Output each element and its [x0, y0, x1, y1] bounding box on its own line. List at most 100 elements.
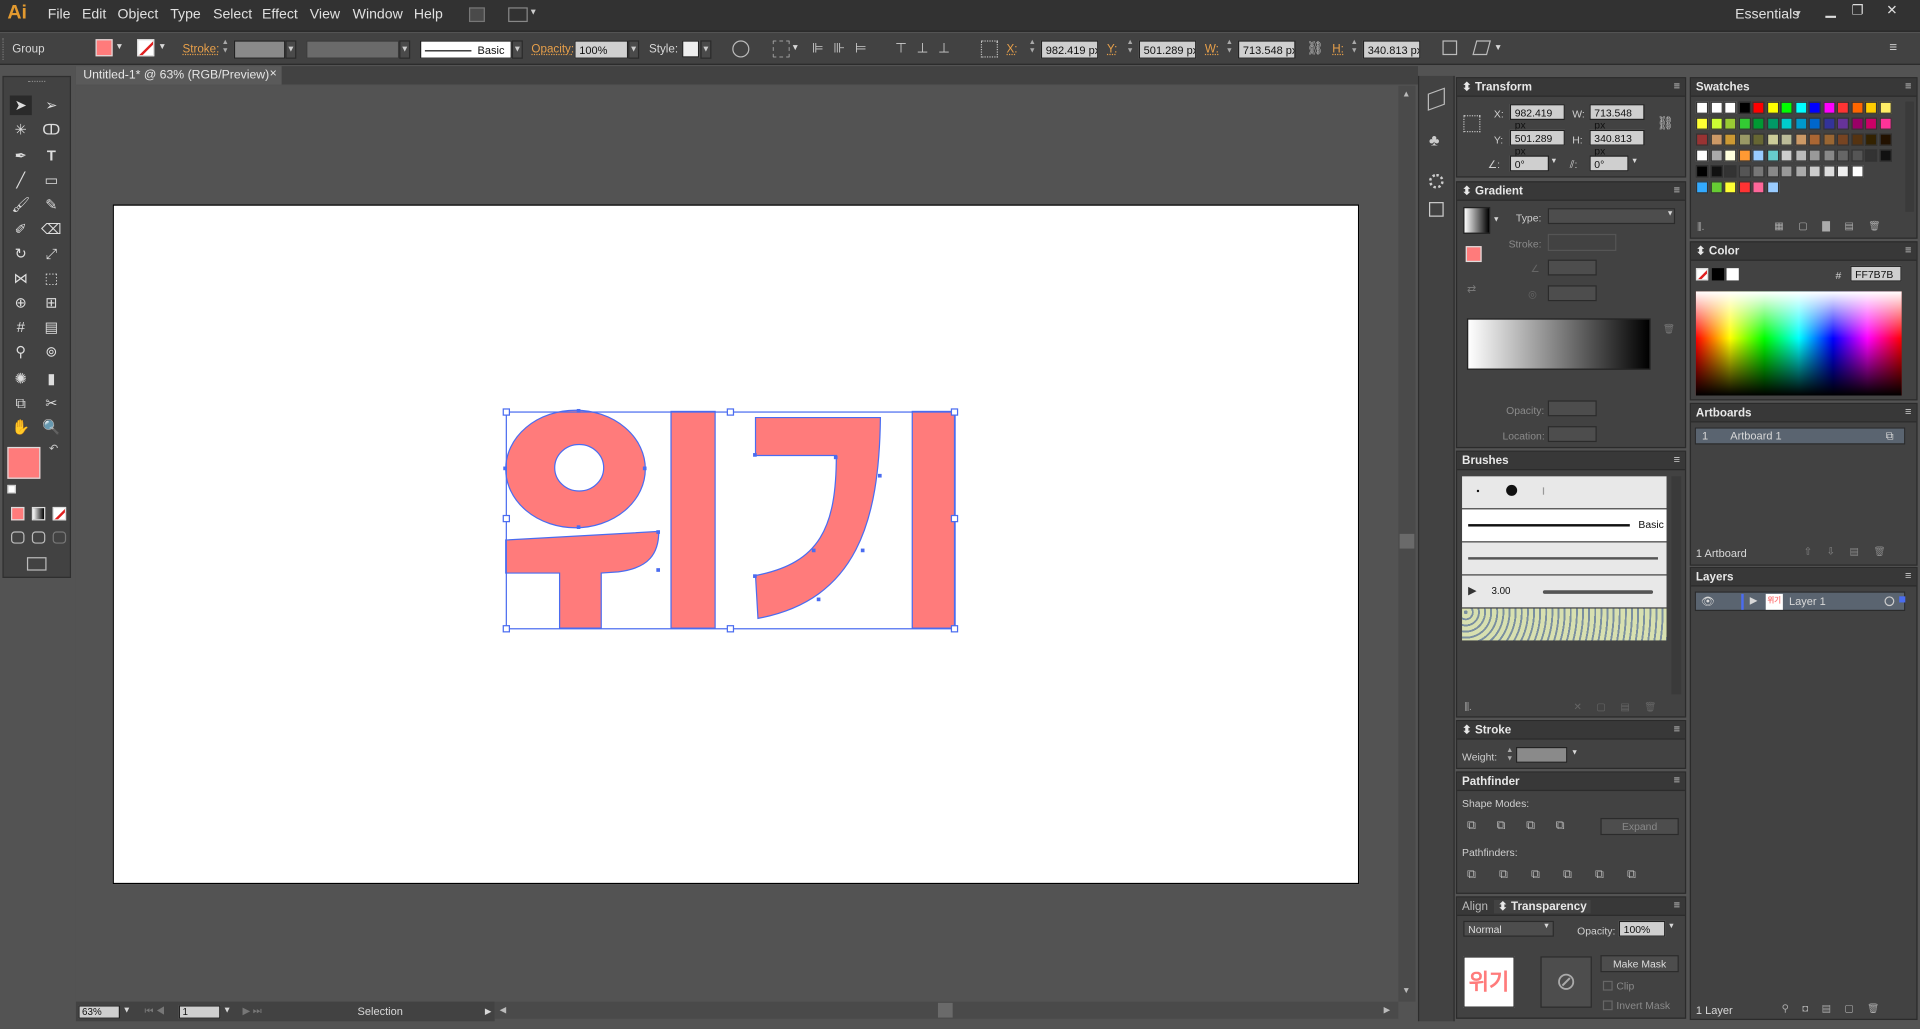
mesh-tool-icon[interactable]: # [10, 317, 32, 337]
h-stepper[interactable]: ▲ ▼ [1351, 39, 1358, 56]
swatch[interactable] [1766, 133, 1779, 146]
target-icon[interactable] [1884, 596, 1895, 607]
swatch[interactable] [1695, 117, 1709, 130]
type-dropdown-icon[interactable]: ▼ [1667, 211, 1674, 218]
panel-menu-icon[interactable]: ≡ [1674, 80, 1680, 92]
zoom-field[interactable]: 63% [78, 1005, 121, 1019]
document-tab[interactable]: Untitled-1* @ 63% (RGB/Preview) × [75, 66, 282, 85]
weight-dropdown[interactable]: ▼ [1571, 749, 1578, 756]
perspective-grid-tool-icon[interactable]: ⊞ [40, 293, 62, 313]
expand-layer-icon[interactable]: ▶ [1750, 595, 1758, 606]
swatch[interactable] [1738, 101, 1751, 114]
horizontal-scrollbar[interactable]: ◀ ▶ [494, 1001, 1399, 1019]
glyph-u-bar[interactable] [671, 411, 716, 629]
constrain-icon[interactable]: ⛓ [1657, 115, 1674, 131]
swatch[interactable] [1822, 101, 1835, 114]
swatch[interactable] [1864, 133, 1878, 146]
fill-color-swatch[interactable] [95, 39, 113, 57]
artwork-wigi[interactable] [496, 404, 967, 637]
swatch[interactable] [1710, 165, 1723, 178]
pencil-tool-icon[interactable]: ✎ [40, 195, 62, 215]
brush-libraries-icon[interactable]: ⫼. [1465, 702, 1472, 714]
swatch[interactable] [1822, 149, 1835, 162]
handle-bottom-center[interactable] [726, 625, 735, 633]
handle-top-left[interactable] [502, 408, 511, 416]
swatch[interactable] [1808, 165, 1821, 178]
anchor-point[interactable] [642, 466, 647, 471]
handle-middle-right[interactable] [950, 514, 959, 523]
anchor-point[interactable] [753, 453, 757, 457]
style-dropdown[interactable]: ▼ [700, 40, 712, 59]
panel-menu-icon[interactable]: ≡ [1905, 405, 1911, 417]
selection-indicator-icon[interactable] [1899, 596, 1906, 603]
none-mode-icon[interactable] [52, 506, 67, 521]
menu-select[interactable]: Select [213, 7, 252, 22]
align-to-dropdown-icon[interactable]: ▼ [791, 44, 799, 53]
gradient-type-select[interactable] [1547, 208, 1676, 225]
swatch[interactable] [1850, 165, 1864, 178]
swatch[interactable] [1752, 101, 1765, 114]
swatch[interactable] [1766, 165, 1779, 178]
anchor-point[interactable] [833, 455, 838, 460]
gradient-preset-dropdown[interactable]: ▼ [1493, 217, 1500, 224]
swatch[interactable] [1738, 133, 1751, 146]
anchor-point[interactable] [656, 568, 661, 572]
brush-dot-small[interactable] [1476, 489, 1480, 493]
transform-w-field[interactable]: 713.548 px [1589, 104, 1645, 131]
profile-dropdown[interactable]: ▼ [399, 40, 411, 59]
opacity-label[interactable]: Opacity: [531, 43, 574, 56]
zoom-tool-icon[interactable]: 🔍 [40, 418, 62, 438]
menu-type[interactable]: Type [170, 7, 201, 22]
swatch[interactable] [1738, 165, 1751, 178]
anchor-point[interactable] [877, 473, 882, 478]
appearance-icon[interactable] [1428, 173, 1444, 189]
anchor-point[interactable] [860, 548, 865, 553]
swatch[interactable] [1822, 133, 1835, 146]
symbol-sprayer-tool-icon[interactable]: ✺ [10, 369, 32, 389]
pathfinder-panel-header[interactable]: Pathfinder ≡ [1457, 772, 1685, 792]
menu-edit[interactable]: Edit [82, 7, 106, 22]
magic-wand-tool-icon[interactable]: ✳ [10, 120, 32, 140]
swatch[interactable] [1836, 117, 1849, 130]
width-tool-icon[interactable]: ⋈ [10, 268, 32, 288]
fill-dropdown-icon[interactable]: ▼ [115, 43, 123, 52]
glyph-g[interactable] [755, 417, 881, 619]
recolor-artwork-icon[interactable] [732, 40, 750, 58]
swatch[interactable] [1724, 181, 1737, 194]
horizontal-scroll-thumb[interactable] [937, 1002, 953, 1018]
h-field[interactable]: 340.813 px [1362, 40, 1421, 59]
expand-button[interactable]: Expand [1600, 817, 1679, 836]
opacity-field[interactable]: 100% [574, 40, 629, 59]
swatch[interactable] [1780, 165, 1793, 178]
swatch[interactable] [1878, 149, 1892, 162]
swatch[interactable] [1752, 133, 1765, 146]
transparency-tab[interactable]: ⬍ Transparency [1494, 900, 1591, 914]
swatch[interactable] [1752, 165, 1765, 178]
swatch[interactable] [1864, 101, 1878, 114]
brush-thumbnails[interactable] [1462, 476, 1667, 509]
default-colors-icon[interactable] [7, 484, 16, 494]
color-guide-icon[interactable] [1427, 87, 1445, 111]
align-buttons-group[interactable]: ⊫⊪⊨ [812, 40, 877, 57]
gradient-fill-swatch[interactable] [1465, 246, 1482, 263]
swatch[interactable] [1780, 101, 1793, 114]
color-mode-icon[interactable] [11, 506, 25, 521]
swatch[interactable] [1766, 149, 1779, 162]
stroke-stepper[interactable]: ▲ ▼ [222, 39, 229, 56]
swap-fill-stroke-icon[interactable]: ↶ [49, 442, 58, 455]
color-spectrum[interactable] [1695, 291, 1902, 396]
artwork-shapes[interactable] [505, 410, 956, 629]
visibility-eye-icon[interactable]: 👁 [1701, 595, 1715, 608]
blob-brush-tool-icon[interactable]: ✐ [10, 219, 32, 239]
swatch[interactable] [1822, 117, 1835, 130]
swatch[interactable] [1780, 149, 1793, 162]
swatch[interactable] [1752, 181, 1765, 194]
graphic-style-swatch[interactable] [682, 40, 700, 58]
isolate-group-icon[interactable] [1472, 40, 1491, 56]
handle-bottom-left[interactable] [502, 625, 511, 633]
rotate-field[interactable]: 0° [1509, 155, 1549, 172]
minimize-icon[interactable]: ▁ [1822, 2, 1839, 19]
bridge-icon[interactable] [468, 7, 485, 23]
stroke-color-swatch[interactable] [137, 39, 155, 57]
brush-definition[interactable]: Basic [420, 40, 512, 59]
